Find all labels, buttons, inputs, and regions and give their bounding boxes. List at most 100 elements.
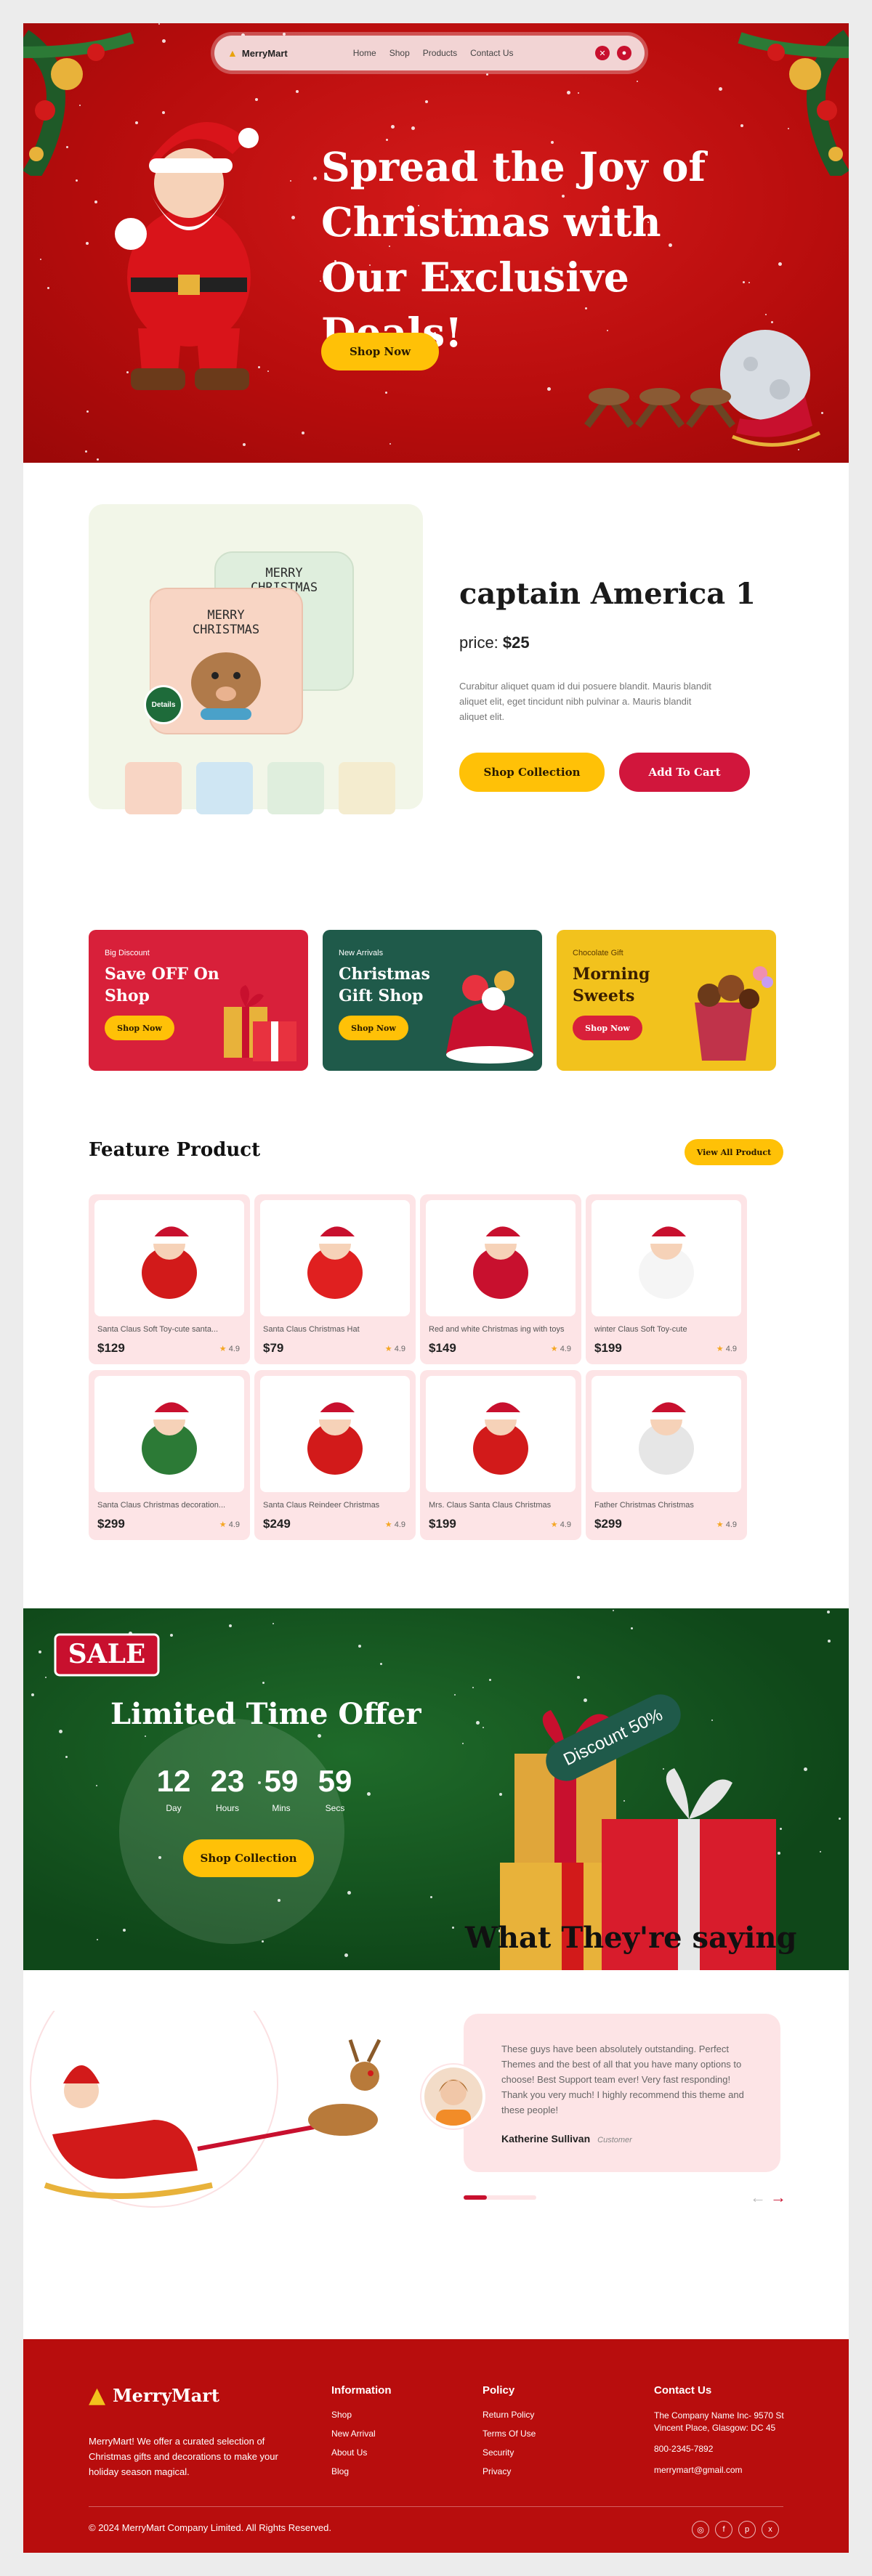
santa-snowman-icon — [307, 1402, 363, 1475]
user-icon[interactable]: ● — [617, 46, 631, 60]
product-image[interactable] — [426, 1376, 576, 1492]
footer-link-terms[interactable]: Terms Of Use — [483, 2429, 536, 2439]
x-twitter-icon[interactable]: x — [762, 2521, 779, 2538]
testimonial-pager[interactable] — [464, 2195, 536, 2200]
product-card[interactable]: Santa Claus Christmas Hat $79 ★ 4.9 — [254, 1194, 416, 1364]
snowflake — [76, 179, 78, 182]
brand-name: MerryMart — [241, 47, 288, 59]
promo-card-gift-shop[interactable]: New Arrivals Christmas Gift Shop Shop No… — [323, 930, 542, 1071]
rating-value: 4.9 — [394, 1520, 405, 1529]
footer-phone[interactable]: 800-2345-7892 — [654, 2443, 785, 2455]
footer-link-privacy[interactable]: Privacy — [483, 2466, 536, 2476]
snowflake — [86, 410, 89, 413]
product-image[interactable] — [592, 1376, 741, 1492]
product-image[interactable] — [260, 1200, 410, 1316]
product-image[interactable] — [94, 1200, 244, 1316]
footer-divider — [89, 2506, 783, 2507]
shop-collection-button[interactable]: Shop Collection — [459, 753, 605, 792]
footer-information: Information Shop New Arrival About Us Bl… — [331, 2384, 392, 2485]
gallery-thumb-2[interactable] — [196, 762, 253, 814]
product-name[interactable]: Father Christmas Christmas — [594, 1501, 737, 1510]
countdown-circle — [119, 1719, 344, 1944]
product-card[interactable]: Red and white Christmas ing with toys $14… — [420, 1194, 581, 1364]
product-name[interactable]: winter Claus Soft Toy-cute — [594, 1325, 737, 1334]
product-card[interactable]: winter Claus Soft Toy-cute $199 ★ 4.9 — [586, 1194, 747, 1364]
footer-link-return[interactable]: Return Policy — [483, 2410, 536, 2420]
product-image[interactable] — [426, 1200, 576, 1316]
arrow-left-icon[interactable]: ← — [750, 2188, 766, 2207]
snowflake — [389, 443, 391, 445]
promo-shop-now-button[interactable]: Shop Now — [339, 1016, 408, 1040]
footer-link-shop[interactable]: Shop — [331, 2410, 392, 2420]
tree-icon: ▲ — [89, 2383, 106, 2408]
promo-card-discount[interactable]: Big Discount Save OFF On Shop Shop Now — [89, 930, 308, 1071]
cart-icon[interactable]: ✕ — [595, 46, 610, 60]
testimonial-text: These guys have been absolutely outstand… — [501, 2044, 744, 2115]
footer-email[interactable]: merrymart@gmail.com — [654, 2464, 785, 2476]
brand-logo[interactable]: ▲ MerryMart — [227, 47, 288, 59]
facebook-icon[interactable]: f — [715, 2521, 732, 2538]
gallery-thumb-3[interactable] — [267, 762, 324, 814]
details-badge[interactable]: Details — [144, 685, 183, 724]
testimonial-card: These guys have been absolutely outstand… — [464, 2014, 780, 2172]
snowflake — [97, 458, 99, 461]
footer-link-security[interactable]: Security — [483, 2447, 536, 2458]
santa-illustration — [115, 122, 259, 390]
nav-link-home[interactable]: Home — [353, 48, 376, 58]
add-to-cart-button[interactable]: Add To Cart — [619, 753, 750, 792]
product-name[interactable]: Mrs. Claus Santa Claus Christmas — [429, 1501, 571, 1510]
snowflake — [59, 1730, 62, 1733]
promo-shop-now-button[interactable]: Shop Now — [573, 1016, 642, 1040]
product-title: captain America 1 — [459, 577, 756, 611]
view-all-products-button[interactable]: View All Product — [685, 1139, 783, 1165]
product-rating: ★ 4.9 — [219, 1520, 240, 1529]
promo-tag: New Arrivals — [339, 949, 384, 957]
promo-card-sweets[interactable]: Chocolate Gift Morning Sweets Shop Now — [557, 930, 776, 1071]
promo-shop-now-button[interactable]: Shop Now — [105, 1016, 174, 1040]
pinterest-icon[interactable]: p — [738, 2521, 756, 2538]
offer-shop-collection-button[interactable]: Shop Collection — [183, 1839, 314, 1877]
svg-text:CHRISTMAS: CHRISTMAS — [193, 623, 259, 637]
mrs-claus-icon — [473, 1402, 528, 1475]
product-card[interactable]: Mrs. Claus Santa Claus Christmas $199 ★ 4.… — [420, 1370, 581, 1540]
footer-about: MerryMart! We offer a curated selection … — [89, 2436, 278, 2477]
footer-link-blog[interactable]: Blog — [331, 2466, 392, 2476]
product-card[interactable]: Santa Claus Christmas decoration... $299 ★… — [89, 1370, 250, 1540]
product-image[interactable] — [592, 1200, 741, 1316]
product-name[interactable]: Santa Claus Christmas Hat — [263, 1325, 405, 1334]
product-image[interactable] — [94, 1376, 244, 1492]
testimonial-author: Katherine Sullivan Customer — [501, 2133, 632, 2144]
footer-link-new-arrival[interactable]: New Arrival — [331, 2429, 392, 2439]
footer-logo[interactable]: ▲ MerryMart — [89, 2383, 219, 2408]
star-icon: ★ — [550, 1345, 558, 1353]
gallery-thumb-4[interactable] — [339, 762, 395, 814]
snowflake — [344, 1953, 348, 1957]
product-image[interactable] — [260, 1376, 410, 1492]
santa-sack-illustration — [446, 971, 533, 1064]
arrow-right-icon[interactable]: → — [770, 2188, 786, 2207]
gallery-thumb-1[interactable] — [125, 762, 182, 814]
product-name[interactable]: Santa Claus Christmas decoration... — [97, 1501, 240, 1510]
product-name[interactable]: Red and white Christmas ing with toys — [429, 1325, 571, 1334]
gift-box-illustration — [224, 985, 296, 1061]
product-card[interactable]: Santa Claus Soft Toy-cute santa... $129 ★ … — [89, 1194, 250, 1364]
product-name[interactable]: Santa Claus Soft Toy-cute santa... — [97, 1325, 240, 1334]
nav-link-products[interactable]: Products — [423, 48, 457, 58]
instagram-icon[interactable]: ◎ — [692, 2521, 709, 2538]
product-card[interactable]: Santa Claus Reindeer Christmas $249 ★ 4.9 — [254, 1370, 416, 1540]
snowflake — [385, 392, 387, 394]
hero-shop-now-button[interactable]: Shop Now — [321, 333, 439, 370]
snowflake — [229, 1624, 232, 1627]
product-card[interactable]: Father Christmas Christmas $299 ★ 4.9 — [586, 1370, 747, 1540]
snowflake — [40, 259, 41, 260]
nav-link-shop[interactable]: Shop — [389, 48, 410, 58]
rating-value: 4.9 — [725, 1520, 737, 1529]
nav-link-contact[interactable]: Contact Us — [470, 48, 513, 58]
snowflake — [827, 1611, 830, 1613]
product-name[interactable]: Santa Claus Reindeer Christmas — [263, 1501, 405, 1510]
cushion-main-image[interactable]: MERRY CHRISTMAS MERRY CHRISTMAS — [150, 545, 368, 748]
snowflake — [96, 1785, 97, 1786]
footer-copyright: © 2024 MerryMart Company Limited. All Ri… — [89, 2522, 331, 2533]
footer-link-about[interactable]: About Us — [331, 2447, 392, 2458]
snowflake — [145, 1735, 146, 1737]
